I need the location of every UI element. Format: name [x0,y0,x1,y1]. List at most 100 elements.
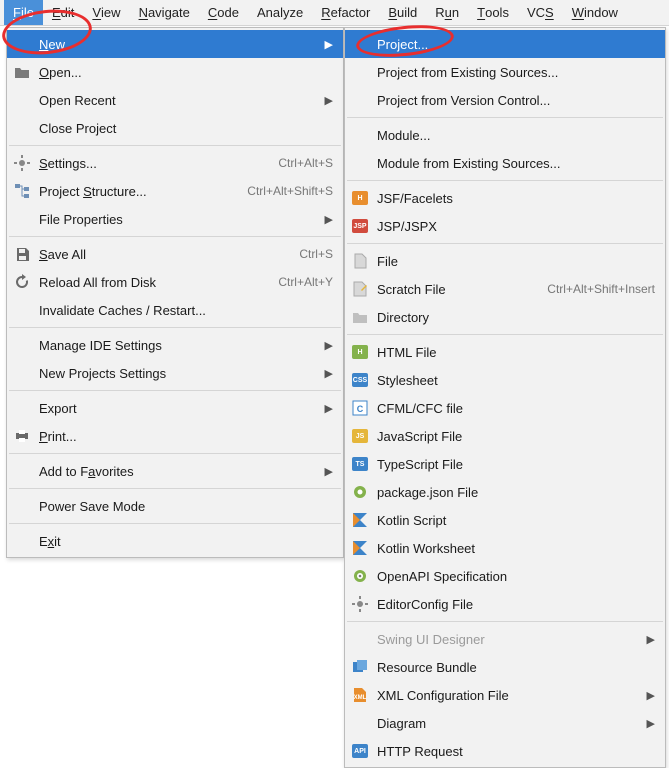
menu-item-label: File Properties [39,212,297,227]
file-project-structure[interactable]: Project Structure...Ctrl+Alt+Shift+S [7,177,343,205]
menu-build[interactable]: Build [379,0,426,25]
new-submenu-dropdown: Project... Project from Existing Sources.… [344,27,666,768]
submenu-arrow-icon: ▶ [645,717,655,730]
menu-window[interactable]: Window [563,0,627,25]
file-export[interactable]: Export▶ [7,394,343,422]
new-editorconfig[interactable]: EditorConfig File [345,590,665,618]
new-jsf[interactable]: HJSF/Facelets [345,184,665,212]
submenu-arrow-icon: ▶ [645,689,655,702]
blank-icon [13,336,31,354]
menu-item-label: JSP/JSPX [377,219,655,234]
menu-item-label: Stylesheet [377,373,655,388]
submenu-arrow-icon: ▶ [323,339,333,352]
new-dir[interactable]: Directory [345,303,665,331]
new-pkgjson[interactable]: package.json File [345,478,665,506]
file-print[interactable]: Print... [7,422,343,450]
shortcut-text: Ctrl+S [299,247,333,261]
menu-item-label: Project from Existing Sources... [377,65,655,80]
blank-icon [13,399,31,417]
submenu-arrow-icon: ▶ [323,213,333,226]
new-http[interactable]: API HTTP Request [345,737,665,765]
file-settings[interactable]: Settings...Ctrl+Alt+S [7,149,343,177]
new-file[interactable]: File [345,247,665,275]
file-invalidate[interactable]: Invalidate Caches / Restart... [7,296,343,324]
new-module-existing[interactable]: Module from Existing Sources... [345,149,665,177]
new-html[interactable]: HHTML File [345,338,665,366]
file-open-recent[interactable]: Open Recent▶ [7,86,343,114]
new-diagram[interactable]: Diagram▶ [345,709,665,737]
file-power-save[interactable]: Power Save Mode [7,492,343,520]
menu-code[interactable]: Code [199,0,248,25]
kotlin-icon [351,539,369,557]
reload-icon [13,273,31,291]
menu-item-label: Print... [39,429,333,444]
menu-item-label: Reload All from Disk [39,275,242,290]
new-ktw[interactable]: Kotlin Worksheet [345,534,665,562]
menu-item-label: Open... [39,65,333,80]
blank-icon [13,91,31,109]
new-openapi[interactable]: OpenAPI Specification [345,562,665,590]
separator [347,621,663,622]
menu-edit[interactable]: Edit [43,0,83,25]
menu-item-label: HTTP Request [377,744,655,759]
separator [9,145,341,146]
new-bundle[interactable]: Resource Bundle [345,653,665,681]
menu-view[interactable]: View [83,0,129,25]
separator [9,488,341,489]
new-ts[interactable]: TSTypeScript File [345,450,665,478]
file-exit[interactable]: Exit [7,527,343,555]
blank-icon [13,210,31,228]
menu-refactor[interactable]: Refactor [312,0,379,25]
menu-item-label: Resource Bundle [377,660,655,675]
file-manage-ide[interactable]: Manage IDE Settings▶ [7,331,343,359]
blank-icon [13,462,31,480]
file-add-fav[interactable]: Add to Favorites▶ [7,457,343,485]
new-module[interactable]: Module... [345,121,665,149]
menu-run[interactable]: Run [426,0,468,25]
new-scratch[interactable]: Scratch FileCtrl+Alt+Shift+Insert [345,275,665,303]
file-open[interactable]: Open... [7,58,343,86]
file-new[interactable]: New▶ [7,30,343,58]
new-proj-existing[interactable]: Project from Existing Sources... [345,58,665,86]
menu-item-label: Project Structure... [39,184,211,199]
blank-icon [13,119,31,137]
shortcut-text: Ctrl+Alt+Shift+Insert [547,282,655,296]
new-css[interactable]: CSSStylesheet [345,366,665,394]
menu-analyze[interactable]: Analyze [248,0,312,25]
new-kts[interactable]: Kotlin Script [345,506,665,534]
menu-item-label: Exit [39,534,333,549]
separator [9,327,341,328]
npm-icon [351,483,369,501]
submenu-arrow-icon: ▶ [323,465,333,478]
menu-vcs[interactable]: VCS [518,0,563,25]
menu-item-label: Swing UI Designer [377,632,619,647]
new-proj-vcs[interactable]: Project from Version Control... [345,86,665,114]
menu-navigate[interactable]: Navigate [130,0,199,25]
submenu-arrow-icon: ▶ [645,633,655,646]
new-xml-config[interactable]: XMLXML Configuration File▶ [345,681,665,709]
new-js[interactable]: JSJavaScript File [345,422,665,450]
api-badge-icon: API [351,742,369,760]
separator [9,390,341,391]
folder-icon [13,63,31,81]
file-new-proj-settings[interactable]: New Projects Settings▶ [7,359,343,387]
blank-icon [13,301,31,319]
gear-icon [351,595,369,613]
file-close-project[interactable]: Close Project [7,114,343,142]
menu-file[interactable]: File [4,0,43,25]
separator [347,334,663,335]
file-save-all[interactable]: Save AllCtrl+S [7,240,343,268]
menu-item-label: Project from Version Control... [377,93,655,108]
structure-icon [13,182,31,200]
new-cfml[interactable]: CCFML/CFC file [345,394,665,422]
new-project[interactable]: Project... [345,30,665,58]
file-reload[interactable]: Reload All from DiskCtrl+Alt+Y [7,268,343,296]
menu-item-label: File [377,254,655,269]
file-properties[interactable]: File Properties ▶ [7,205,343,233]
menu-item-label: Open Recent [39,93,297,108]
menu-item-label: XML Configuration File [377,688,619,703]
new-swing: Swing UI Designer ▶ [345,625,665,653]
menu-tools[interactable]: Tools [468,0,518,25]
new-jsp[interactable]: JSPJSP/JSPX [345,212,665,240]
print-icon [13,427,31,445]
